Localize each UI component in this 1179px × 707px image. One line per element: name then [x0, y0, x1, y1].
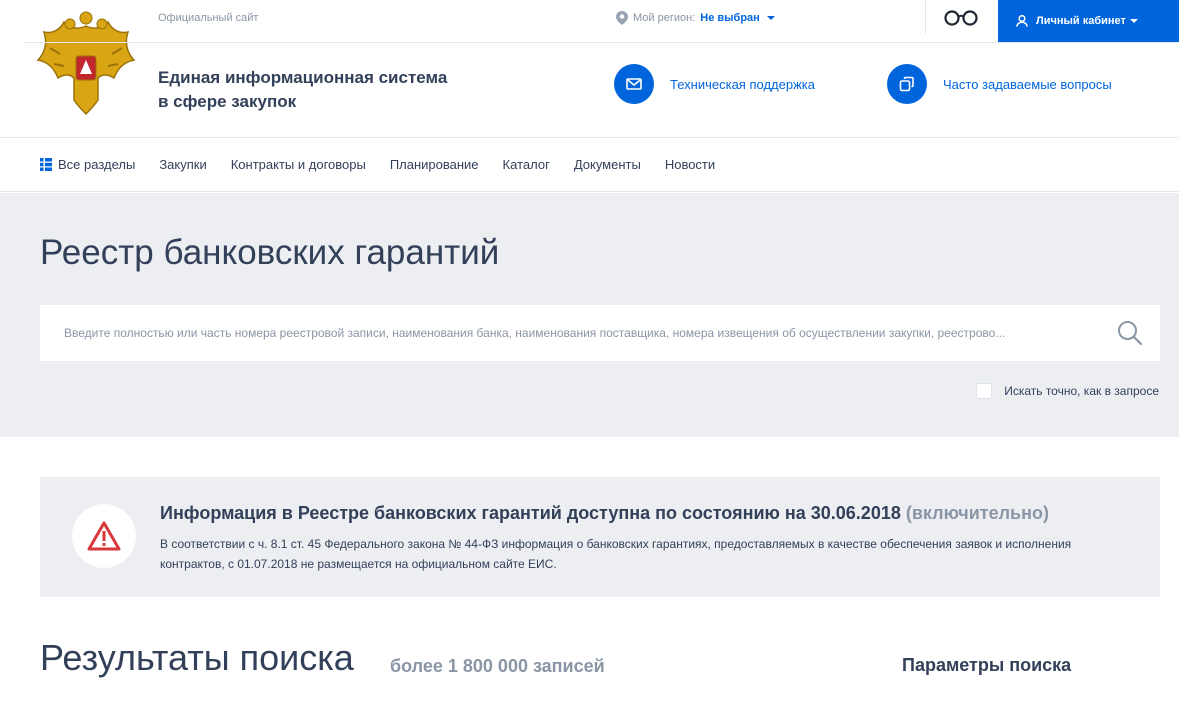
accessibility-glasses-icon[interactable] [943, 9, 979, 27]
region-value[interactable]: Не выбран [700, 12, 760, 24]
copy-icon [899, 76, 914, 92]
search-section: Реестр банковских гарантий Искать точно,… [0, 193, 1179, 437]
search-icon[interactable] [1116, 319, 1144, 347]
personal-cabinet-button[interactable]: Личный кабинет [998, 0, 1179, 42]
nav-item-contracts[interactable]: Контракты и договоры [231, 157, 366, 172]
main-nav: Все разделы Закупки Контракты и договоры… [0, 138, 1179, 192]
info-title-main: Информация в Реестре банковских гарантий… [160, 503, 901, 523]
search-box [40, 305, 1160, 361]
support-label: Техническая поддержка [670, 76, 815, 92]
mail-icon [626, 78, 642, 90]
personal-cabinet-label: Личный кабинет [1036, 15, 1126, 27]
sections-icon [40, 158, 52, 171]
site-header: Официальный сайт Мой регион: Не выбран Л… [0, 0, 1179, 138]
results-title: Результаты поиска [40, 637, 354, 678]
site-name[interactable]: Единая информационная система в сфере за… [158, 66, 498, 114]
faq-label: Часто задаваемые вопросы [943, 76, 1112, 92]
official-site-label: Официальный сайт [158, 12, 259, 24]
region-selector[interactable]: Мой регион: Не выбран [616, 11, 775, 25]
header-vertical-divider [925, 0, 926, 34]
site-name-line2: в сфере закупок [158, 92, 297, 111]
chevron-down-icon [766, 16, 775, 20]
nav-item-planning[interactable]: Планирование [390, 157, 479, 172]
search-input[interactable] [64, 326, 1104, 340]
page-title: Реестр банковских гарантий [40, 233, 500, 272]
nav-item-news[interactable]: Новости [665, 157, 715, 172]
exact-search-label: Искать точно, как в запросе [1004, 384, 1159, 398]
user-icon [1016, 15, 1028, 27]
info-text: В соответствии с ч. 8.1 ст. 45 Федеральн… [160, 537, 1072, 571]
location-pin-icon [616, 11, 628, 25]
coat-of-arms-icon[interactable] [30, 8, 142, 120]
site-name-line1: Единая информационная система [158, 68, 448, 87]
header-divider [24, 42, 1179, 43]
search-params-title: Параметры поиска [902, 655, 1072, 675]
info-title-suffix: (включительно) [905, 503, 1049, 523]
warning-icon [87, 521, 121, 551]
faq-link[interactable]: Часто задаваемые вопросы [887, 64, 1112, 104]
chevron-down-icon [1129, 19, 1138, 23]
warning-icon-circle [72, 504, 136, 568]
exact-search-checkbox[interactable] [976, 383, 993, 399]
exact-search-option[interactable]: Искать точно, как в запросе [976, 383, 1159, 399]
results-count: более 1 800 000 записей [390, 656, 605, 676]
nav-item-purchases[interactable]: Закупки [159, 157, 206, 172]
support-link[interactable]: Техническая поддержка [614, 64, 815, 104]
nav-item-catalog[interactable]: Каталог [503, 157, 550, 172]
mail-icon-circle [614, 64, 654, 104]
nav-item-documents[interactable]: Документы [574, 157, 641, 172]
nav-item-all-sections[interactable]: Все разделы [40, 157, 135, 172]
nav-label: Все разделы [58, 157, 136, 172]
info-notice: Информация в Реестре банковских гарантий… [40, 477, 1160, 597]
info-title: Информация в Реестре банковских гарантий… [160, 503, 1049, 524]
region-label: Мой регион: [633, 12, 696, 24]
faq-icon-circle [887, 64, 927, 104]
